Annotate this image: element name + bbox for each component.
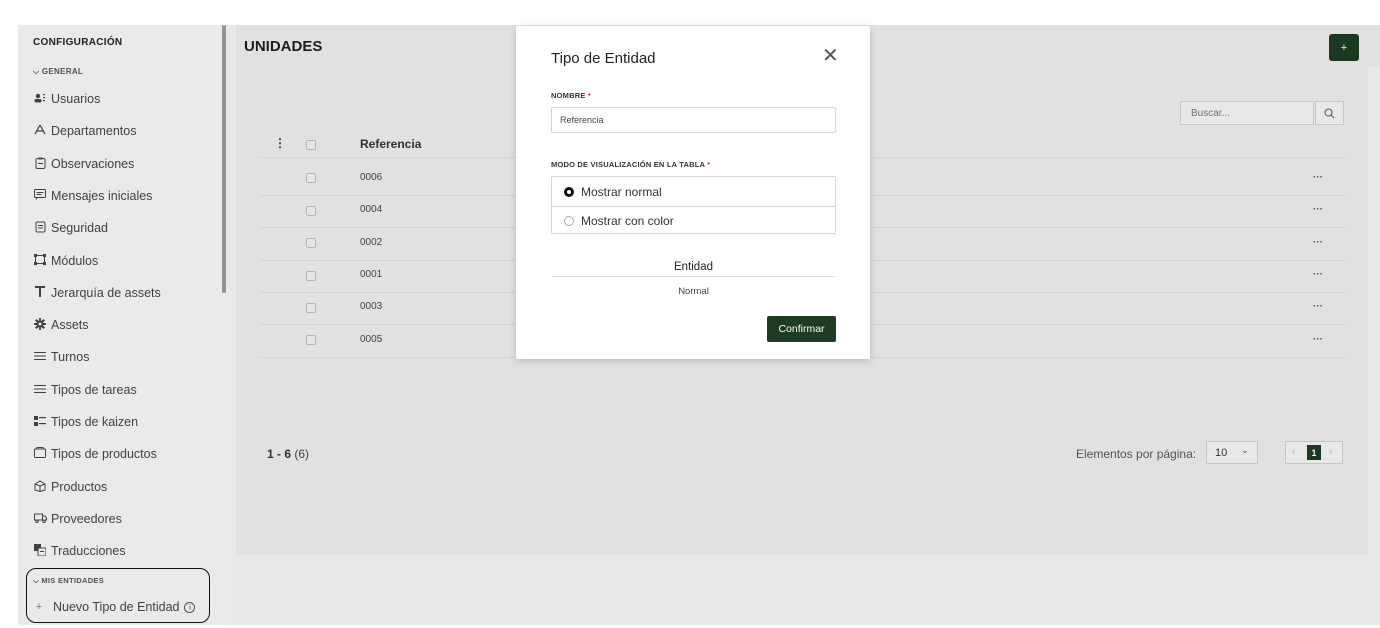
required-mark: * xyxy=(587,91,591,100)
close-icon[interactable]: ✕ xyxy=(822,46,839,66)
dialog-title: Tipo de Entidad xyxy=(551,50,656,67)
name-field-label: NOMBRE * xyxy=(551,91,591,100)
radio-unselected-icon xyxy=(564,216,574,226)
display-mode-radio-group: Mostrar normal Mostrar con color xyxy=(551,176,836,234)
display-mode-label: MODO DE VISUALIZACIÓN EN LA TABLA * xyxy=(551,160,711,169)
required-mark: * xyxy=(707,160,711,169)
entity-type-dialog: Tipo de Entidad ✕ NOMBRE * MODO DE VISUA… xyxy=(516,26,870,359)
radio-option-color[interactable]: Mostrar con color xyxy=(552,206,835,235)
radio-option-normal[interactable]: Mostrar normal xyxy=(552,177,835,206)
preview-header: Entidad xyxy=(551,261,836,277)
radio-selected-icon xyxy=(564,186,574,197)
screenshot-frame: CONFIGURACIÓN ⌵ GENERAL Usuarios Departa… xyxy=(0,0,1380,628)
preview-value: Normal xyxy=(678,286,709,297)
name-input[interactable] xyxy=(551,107,836,133)
confirm-button[interactable]: Confirmar xyxy=(767,316,836,342)
